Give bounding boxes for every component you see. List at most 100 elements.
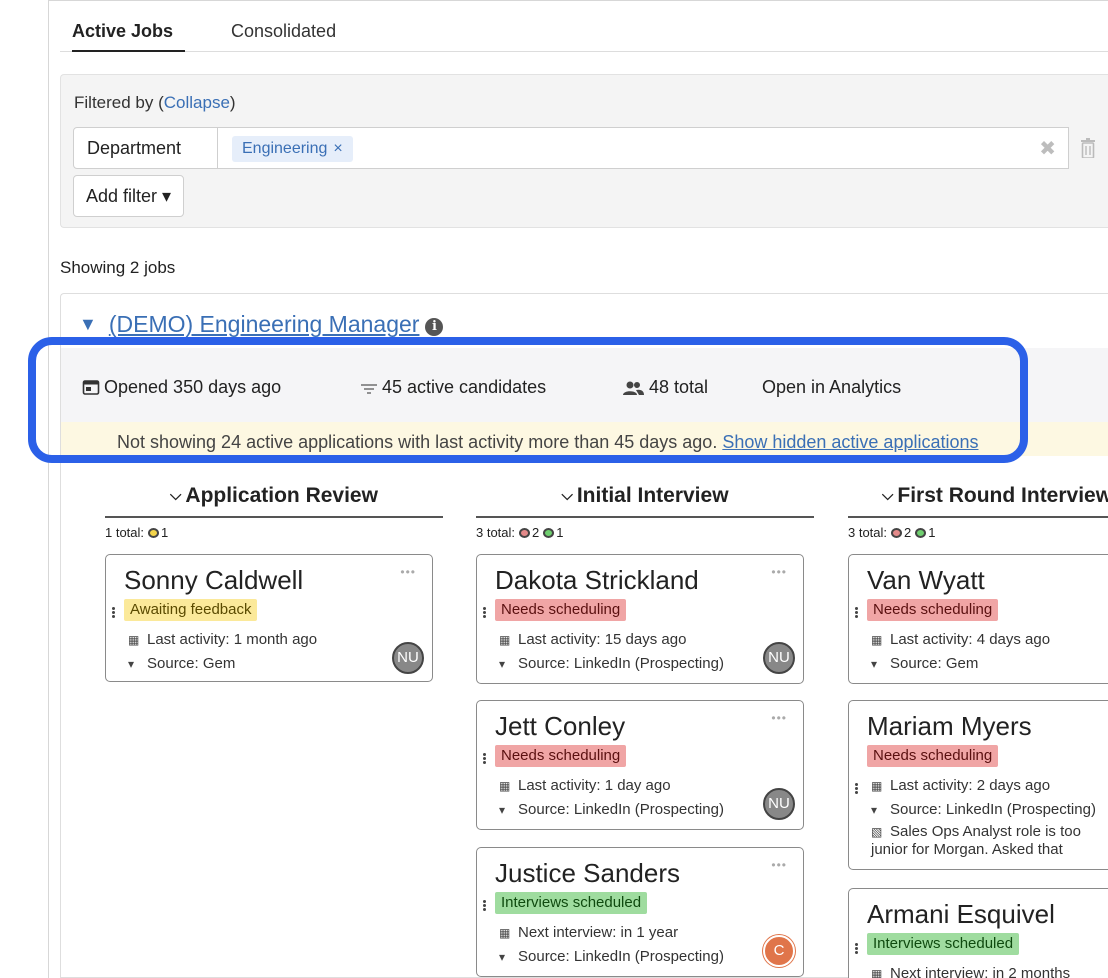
avatar: NU bbox=[763, 642, 795, 674]
stage-header[interactable]: ⌵ First Round Interview bbox=[848, 484, 1108, 518]
drag-handle-icon[interactable] bbox=[855, 607, 859, 621]
summary-count: 1 bbox=[161, 525, 169, 540]
drag-handle-icon[interactable] bbox=[855, 783, 859, 797]
source-meta: ▾ Source: LinkedIn (Prospecting) bbox=[499, 948, 724, 965]
activity-text: Last activity: 2 days ago bbox=[890, 777, 1051, 794]
source-meta: ▾ Source: LinkedIn (Prospecting) bbox=[499, 655, 724, 672]
stage-title: Application Review bbox=[185, 484, 378, 507]
status-badge: Interviews scheduled bbox=[867, 933, 1020, 955]
source-text: Source: Gem bbox=[147, 655, 236, 672]
summary-count: 1 bbox=[556, 525, 564, 540]
map-pin-icon: ▾ bbox=[128, 657, 135, 671]
hidden-applications-notice: Not showing 24 active applications with … bbox=[61, 422, 1108, 456]
activity-text: Last activity: 4 days ago bbox=[890, 631, 1051, 648]
chevron-down-icon: ⌵ bbox=[170, 487, 182, 504]
note-meta: ▧ Sales Ops Analyst role is too junior fo… bbox=[871, 823, 1106, 858]
show-hidden-link[interactable]: Show hidden active applications bbox=[722, 432, 978, 452]
engineering-chip: Engineering × bbox=[232, 136, 353, 162]
stage-summary: 3 total: 2 1 bbox=[848, 525, 936, 540]
map-pin-icon: ▾ bbox=[499, 657, 506, 671]
note-text: Sales Ops Analyst role is too junior for… bbox=[871, 823, 1081, 858]
department-filter-input[interactable]: Engineering × ✖ bbox=[217, 127, 1069, 169]
chip-label: Engineering bbox=[242, 140, 328, 157]
chevron-down-icon: ⌵ bbox=[561, 487, 573, 504]
opened-text: Opened 350 days ago bbox=[104, 377, 282, 397]
calendar-icon: ▦ bbox=[871, 633, 883, 647]
source-text: Source: Gem bbox=[890, 655, 979, 672]
drag-handle-icon[interactable] bbox=[483, 900, 487, 914]
more-icon[interactable]: ••• bbox=[771, 565, 787, 579]
collapse-link[interactable]: Collapse bbox=[164, 93, 230, 112]
candidate-card[interactable]: Justice Sanders ••• Interviews scheduled… bbox=[476, 847, 804, 977]
open-in-analytics-link[interactable]: Open in Analytics bbox=[762, 377, 901, 398]
job-header: ▼ (DEMO) Engineering Manager i bbox=[79, 311, 444, 338]
note-icon: ▧ bbox=[871, 825, 883, 839]
trash-icon[interactable] bbox=[1080, 138, 1096, 158]
more-icon[interactable]: ••• bbox=[771, 711, 787, 725]
activity-meta: ▦ Next interview: in 1 year bbox=[499, 924, 678, 941]
stage-header[interactable]: ⌵ Application Review bbox=[105, 484, 443, 518]
stage-column: ⌵ First Round Interview 3 total: 2 1 Van Wy… bbox=[848, 470, 1108, 978]
candidate-name[interactable]: Jett Conley bbox=[495, 711, 625, 742]
collapse-triangle-icon[interactable]: ▼ bbox=[79, 314, 97, 335]
drag-handle-icon[interactable] bbox=[855, 943, 859, 957]
source-text: Source: LinkedIn (Prospecting) bbox=[518, 655, 724, 672]
activity-meta: ▦ Last activity: 1 day ago bbox=[499, 777, 671, 794]
calendar-icon: ▦ bbox=[499, 926, 511, 940]
clear-icon[interactable]: ✖ bbox=[1039, 136, 1056, 161]
filter-panel: Filtered by (Collapse) Department Engine… bbox=[60, 74, 1108, 228]
candidate-card[interactable]: Van Wyatt Needs scheduling ▦ Last activit… bbox=[848, 554, 1108, 684]
drag-handle-icon[interactable] bbox=[483, 607, 487, 621]
candidate-card[interactable]: Jett Conley ••• Needs scheduling ▦ Last a… bbox=[476, 700, 804, 830]
status-dot-red bbox=[891, 528, 903, 538]
summary-count: 1 bbox=[928, 525, 936, 540]
status-dot-yellow bbox=[148, 528, 160, 538]
candidate-card[interactable]: Sonny Caldwell ••• Awaiting feedback ▦ La… bbox=[105, 554, 433, 682]
info-icon[interactable]: i bbox=[425, 318, 444, 336]
tab-active-jobs[interactable]: Active Jobs bbox=[72, 18, 186, 52]
chevron-down-icon: ⌵ bbox=[882, 487, 894, 504]
job-title-link[interactable]: (DEMO) Engineering Manager bbox=[109, 311, 420, 337]
candidate-name[interactable]: Mariam Myers bbox=[867, 711, 1032, 742]
status-badge: Awaiting feedback bbox=[124, 599, 258, 621]
candidate-name[interactable]: Van Wyatt bbox=[867, 565, 985, 596]
drag-handle-icon[interactable] bbox=[483, 753, 487, 767]
activity-text: Last activity: 15 days ago bbox=[518, 631, 687, 648]
add-filter-button[interactable]: Add filter ▾ bbox=[73, 175, 185, 217]
source-text: Source: LinkedIn (Prospecting) bbox=[890, 801, 1096, 818]
activity-text: Next interview: in 1 year bbox=[518, 924, 679, 941]
summary-prefix: 3 total: bbox=[476, 525, 516, 540]
stage-title: First Round Interview bbox=[897, 484, 1108, 507]
candidate-name[interactable]: Sonny Caldwell bbox=[124, 565, 303, 596]
source-text: Source: LinkedIn (Prospecting) bbox=[518, 801, 724, 818]
drag-handle-icon[interactable] bbox=[112, 607, 116, 621]
candidate-name[interactable]: Justice Sanders bbox=[495, 858, 680, 889]
notice-text: Not showing 24 active applications with … bbox=[117, 432, 723, 452]
summary-prefix: 3 total: bbox=[848, 525, 888, 540]
candidate-name[interactable]: Armani Esquivel bbox=[867, 899, 1055, 930]
filter-title: Filtered by (Collapse) bbox=[74, 93, 236, 113]
filter-title-prefix: Filtered by ( bbox=[74, 93, 164, 112]
people-icon bbox=[623, 381, 644, 395]
more-icon[interactable]: ••• bbox=[400, 565, 416, 579]
total-text: 48 total bbox=[649, 377, 709, 397]
status-badge: Needs scheduling bbox=[867, 599, 999, 621]
summary-count: 2 bbox=[904, 525, 912, 540]
chip-remove-icon[interactable]: × bbox=[333, 140, 342, 157]
stage-summary: 3 total: 2 1 bbox=[476, 525, 564, 540]
candidate-card[interactable]: Mariam Myers Needs scheduling ▦ Last acti… bbox=[848, 700, 1108, 870]
candidate-name[interactable]: Dakota Strickland bbox=[495, 565, 699, 596]
tab-consolidated[interactable]: Consolidated bbox=[231, 18, 336, 52]
source-meta: ▾ Source: Gem bbox=[128, 655, 235, 672]
activity-meta: ▦ Last activity: 4 days ago bbox=[871, 631, 1050, 648]
candidate-card[interactable]: Dakota Strickland ••• Needs scheduling ▦… bbox=[476, 554, 804, 684]
status-dot-red bbox=[519, 528, 531, 538]
status-badge: Needs scheduling bbox=[867, 745, 999, 767]
stage-header[interactable]: ⌵ Initial Interview bbox=[476, 484, 814, 518]
calendar-icon: ▦ bbox=[499, 779, 511, 793]
status-badge: Interviews scheduled bbox=[495, 892, 648, 914]
source-meta: ▾ Source: LinkedIn (Prospecting) bbox=[871, 801, 1096, 818]
more-icon[interactable]: ••• bbox=[771, 858, 787, 872]
status-dot-green bbox=[543, 528, 555, 538]
candidate-card[interactable]: Armani Esquivel Interviews scheduled ▦ Ne… bbox=[848, 888, 1108, 978]
